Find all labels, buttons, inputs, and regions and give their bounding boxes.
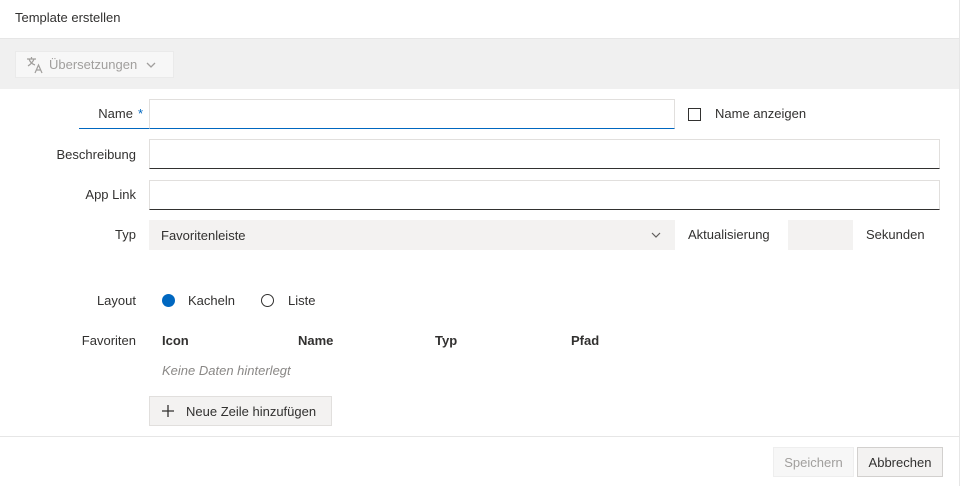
description-field[interactable] [149, 139, 940, 169]
layout-radio-kacheln[interactable] [162, 294, 175, 307]
applink-field[interactable] [149, 180, 940, 210]
type-select[interactable]: Favoritenleiste [149, 220, 675, 250]
column-header-path: Pfad [571, 333, 600, 348]
description-label: Beschreibung [56, 147, 137, 162]
plus-icon [162, 405, 174, 417]
applink-input[interactable] [150, 181, 939, 209]
name-label-underline [79, 128, 149, 129]
layout-option-kacheln[interactable]: Kacheln [188, 293, 235, 308]
seconds-label: Sekunden [866, 227, 925, 242]
save-button[interactable]: Speichern [773, 447, 854, 477]
layout-option-liste[interactable]: Liste [288, 293, 315, 308]
type-select-value: Favoritenleiste [161, 227, 246, 243]
name-label-text: Name [98, 106, 133, 121]
show-name-checkbox[interactable] [688, 108, 701, 121]
dialog-header: Template erstellen [0, 0, 960, 38]
translate-icon [27, 56, 43, 73]
name-label: Name * [79, 106, 143, 121]
refresh-interval-input[interactable] [788, 220, 853, 250]
required-asterisk: * [137, 106, 143, 121]
layout-radio-liste[interactable] [261, 294, 274, 307]
chevron-down-icon [651, 232, 661, 238]
description-input[interactable] [150, 140, 939, 168]
add-row-label: Neue Zeile hinzufügen [186, 403, 317, 419]
translations-button[interactable]: Übersetzungen [15, 51, 174, 78]
name-input[interactable] [150, 100, 674, 128]
layout-label: Layout [96, 293, 136, 308]
cancel-button[interactable]: Abbrechen [857, 447, 943, 477]
favorites-empty-message: Keine Daten hinterlegt [162, 363, 291, 378]
refresh-label: Aktualisierung [688, 227, 770, 242]
favorites-label: Favoriten [81, 333, 136, 348]
column-header-icon: Icon [162, 333, 189, 348]
show-name-label: Name anzeigen [715, 106, 807, 121]
footer-divider [0, 436, 960, 437]
applink-label: App Link [85, 187, 136, 202]
column-header-type: Typ [435, 333, 458, 348]
chevron-down-icon [146, 62, 156, 68]
name-field[interactable] [149, 99, 675, 129]
column-header-name: Name [298, 333, 334, 348]
add-row-button[interactable]: Neue Zeile hinzufügen [149, 396, 332, 426]
dialog-title: Template erstellen [15, 10, 121, 25]
toolbar: Übersetzungen [0, 38, 960, 89]
type-label: Typ [115, 227, 136, 242]
translations-label: Übersetzungen [49, 57, 138, 72]
